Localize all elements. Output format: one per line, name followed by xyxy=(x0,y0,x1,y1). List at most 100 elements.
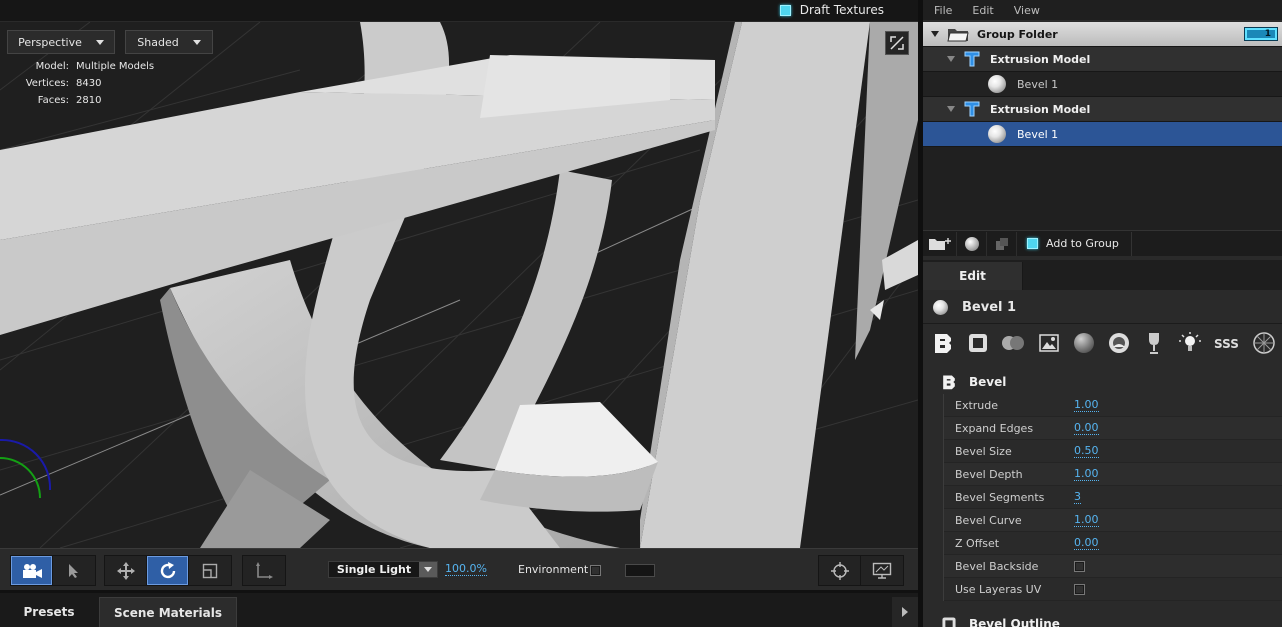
bevel-curve-value[interactable]: 1.00 xyxy=(1074,513,1099,527)
material-label: Bevel 1 xyxy=(1017,77,1059,91)
add-material-button[interactable] xyxy=(957,231,987,256)
property-row-z-offset: Z Offset 0.00 xyxy=(944,532,1282,555)
reflection-tab-button[interactable] xyxy=(1252,331,1276,355)
puzzle-icon xyxy=(995,237,1008,250)
axis-tool-button[interactable] xyxy=(243,556,285,585)
menu-file[interactable]: File xyxy=(934,4,952,17)
tab-scene-materials[interactable]: Scene Materials xyxy=(99,597,237,627)
property-label: Extrude xyxy=(955,398,999,412)
add-to-group-toggle[interactable]: Add to Group xyxy=(1017,231,1132,256)
property-row-bevel-size: Bevel Size 0.50 xyxy=(944,440,1282,463)
environment-tab-button[interactable] xyxy=(1107,331,1131,355)
property-label: Use Layeras UV xyxy=(955,582,1042,596)
rotate-icon xyxy=(160,561,175,578)
tree-row-group-folder[interactable]: Group Folder 1 xyxy=(923,22,1282,47)
lighting-dropdown[interactable]: Single Light xyxy=(328,561,438,578)
expand-triangle-icon[interactable] xyxy=(947,106,955,112)
bevel-section-header[interactable]: Bevel xyxy=(923,370,1282,394)
image-tab-button[interactable] xyxy=(1037,331,1061,355)
bevel-depth-value[interactable]: 1.00 xyxy=(1074,467,1099,481)
draft-textures-checkbox[interactable] xyxy=(779,4,791,16)
new-group-button[interactable] xyxy=(923,231,957,256)
expand-edges-value[interactable]: 0.00 xyxy=(1074,421,1099,435)
reflection-icon xyxy=(1253,332,1275,354)
viewport-toolbar: Single Light 100.0% Environment xyxy=(0,548,918,590)
stat-value: 2810 xyxy=(76,95,102,106)
material-header: Bevel 1 xyxy=(923,292,1282,324)
add-model-button[interactable] xyxy=(987,231,1017,256)
environment-icon xyxy=(1109,333,1130,353)
camera-tool-button[interactable] xyxy=(11,556,53,585)
property-row-extrude: Extrude 1.00 xyxy=(944,394,1282,417)
camera-mode-dropdown[interactable]: Perspective xyxy=(7,30,115,54)
crosshair-icon xyxy=(830,561,849,580)
environment-color-swatch[interactable] xyxy=(625,564,655,577)
right-panel: File Edit View Group Folder 1 Extrusion … xyxy=(923,0,1282,627)
bevel-segments-value[interactable]: 3 xyxy=(1074,490,1081,504)
3d-viewport[interactable]: Draft Textures Perspective Shaded Model:… xyxy=(0,0,918,548)
bevel-icon xyxy=(935,334,951,353)
materials-icon xyxy=(1002,336,1025,350)
lighting-value: Single Light xyxy=(336,563,412,576)
scene-tree: Group Folder 1 Extrusion Model Bevel 1 E… xyxy=(923,22,1282,230)
sphere-tab-button[interactable] xyxy=(1072,331,1096,355)
expand-panel-button[interactable] xyxy=(892,597,918,627)
menu-edit[interactable]: Edit xyxy=(972,4,993,17)
draft-textures-toggle[interactable]: Draft Textures xyxy=(779,3,884,17)
render-preview-button[interactable] xyxy=(861,556,903,585)
expand-triangle-icon[interactable] xyxy=(947,56,955,62)
light-icon xyxy=(1178,332,1201,351)
scale-tool-button[interactable] xyxy=(189,556,231,585)
property-label: Bevel Backside xyxy=(955,559,1039,573)
materials-tab-button[interactable] xyxy=(1001,331,1025,355)
menu-view[interactable]: View xyxy=(1014,4,1040,17)
expand-triangle-icon[interactable] xyxy=(931,31,939,37)
shading-mode-dropdown[interactable]: Shaded xyxy=(125,30,213,54)
stat-row: Model: Multiple Models xyxy=(24,58,155,75)
move-tool-button[interactable] xyxy=(105,556,147,585)
transform-tool-group xyxy=(104,555,232,586)
bevel-size-value[interactable]: 0.50 xyxy=(1074,444,1099,458)
sss-icon: SSS xyxy=(1214,337,1239,351)
draft-textures-label: Draft Textures xyxy=(799,3,884,17)
svg-text:SSS: SSS xyxy=(1214,337,1239,351)
material-sphere-icon xyxy=(988,75,1006,93)
sss-tab-button[interactable]: SSS xyxy=(1213,331,1241,355)
property-label: Bevel Segments xyxy=(955,490,1045,504)
rotate-tool-button[interactable] xyxy=(147,556,189,585)
focus-target-button[interactable] xyxy=(819,556,861,585)
bevel-outline-icon xyxy=(969,334,988,352)
viewport-top-bar: Draft Textures xyxy=(0,0,918,22)
add-to-group-label: Add to Group xyxy=(1046,237,1119,250)
move-arrows-icon xyxy=(116,561,135,580)
tree-row-extrusion-model[interactable]: Extrusion Model xyxy=(923,97,1282,122)
z-offset-value[interactable]: 0.00 xyxy=(1074,536,1099,550)
light-intensity-value[interactable]: 100.0% xyxy=(445,563,487,576)
shading-mode-value: Shaded xyxy=(137,35,179,49)
bevel-outline-tab-button[interactable] xyxy=(966,331,990,355)
extrude-value[interactable]: 1.00 xyxy=(1074,398,1099,412)
light-tab-button[interactable] xyxy=(1178,331,1202,355)
tree-row-extrusion-model[interactable]: Extrusion Model xyxy=(923,47,1282,72)
bevel-outline-section-header[interactable]: Bevel Outline xyxy=(941,616,1060,627)
tree-row-material[interactable]: Bevel 1 xyxy=(923,72,1282,97)
edit-tab-bar: Edit xyxy=(923,260,1282,290)
tab-edit[interactable]: Edit xyxy=(923,262,1023,290)
property-row-bevel-segments: Bevel Segments 3 xyxy=(944,486,1282,509)
chevron-down-icon xyxy=(419,562,437,577)
maximize-viewport-button[interactable] xyxy=(885,31,909,55)
tab-presets[interactable]: Presets xyxy=(0,597,98,627)
bevel-backside-checkbox[interactable] xyxy=(1074,560,1085,572)
use-layeras-uv-checkbox[interactable] xyxy=(1074,583,1085,595)
bevel-tab-button[interactable] xyxy=(931,331,955,355)
add-to-group-checkbox[interactable] xyxy=(1027,238,1038,249)
extrusion-model-icon xyxy=(964,101,980,117)
property-row-bevel-depth: Bevel Depth 1.00 xyxy=(944,463,1282,486)
sphere-icon xyxy=(1073,333,1094,353)
tree-row-material-selected[interactable]: Bevel 1 xyxy=(923,122,1282,147)
tab-presets-label: Presets xyxy=(23,605,75,619)
goblet-tab-button[interactable] xyxy=(1142,331,1166,355)
environment-checkbox[interactable] xyxy=(590,565,601,576)
select-tool-button[interactable] xyxy=(53,556,95,585)
property-label: Bevel Curve xyxy=(955,513,1022,527)
